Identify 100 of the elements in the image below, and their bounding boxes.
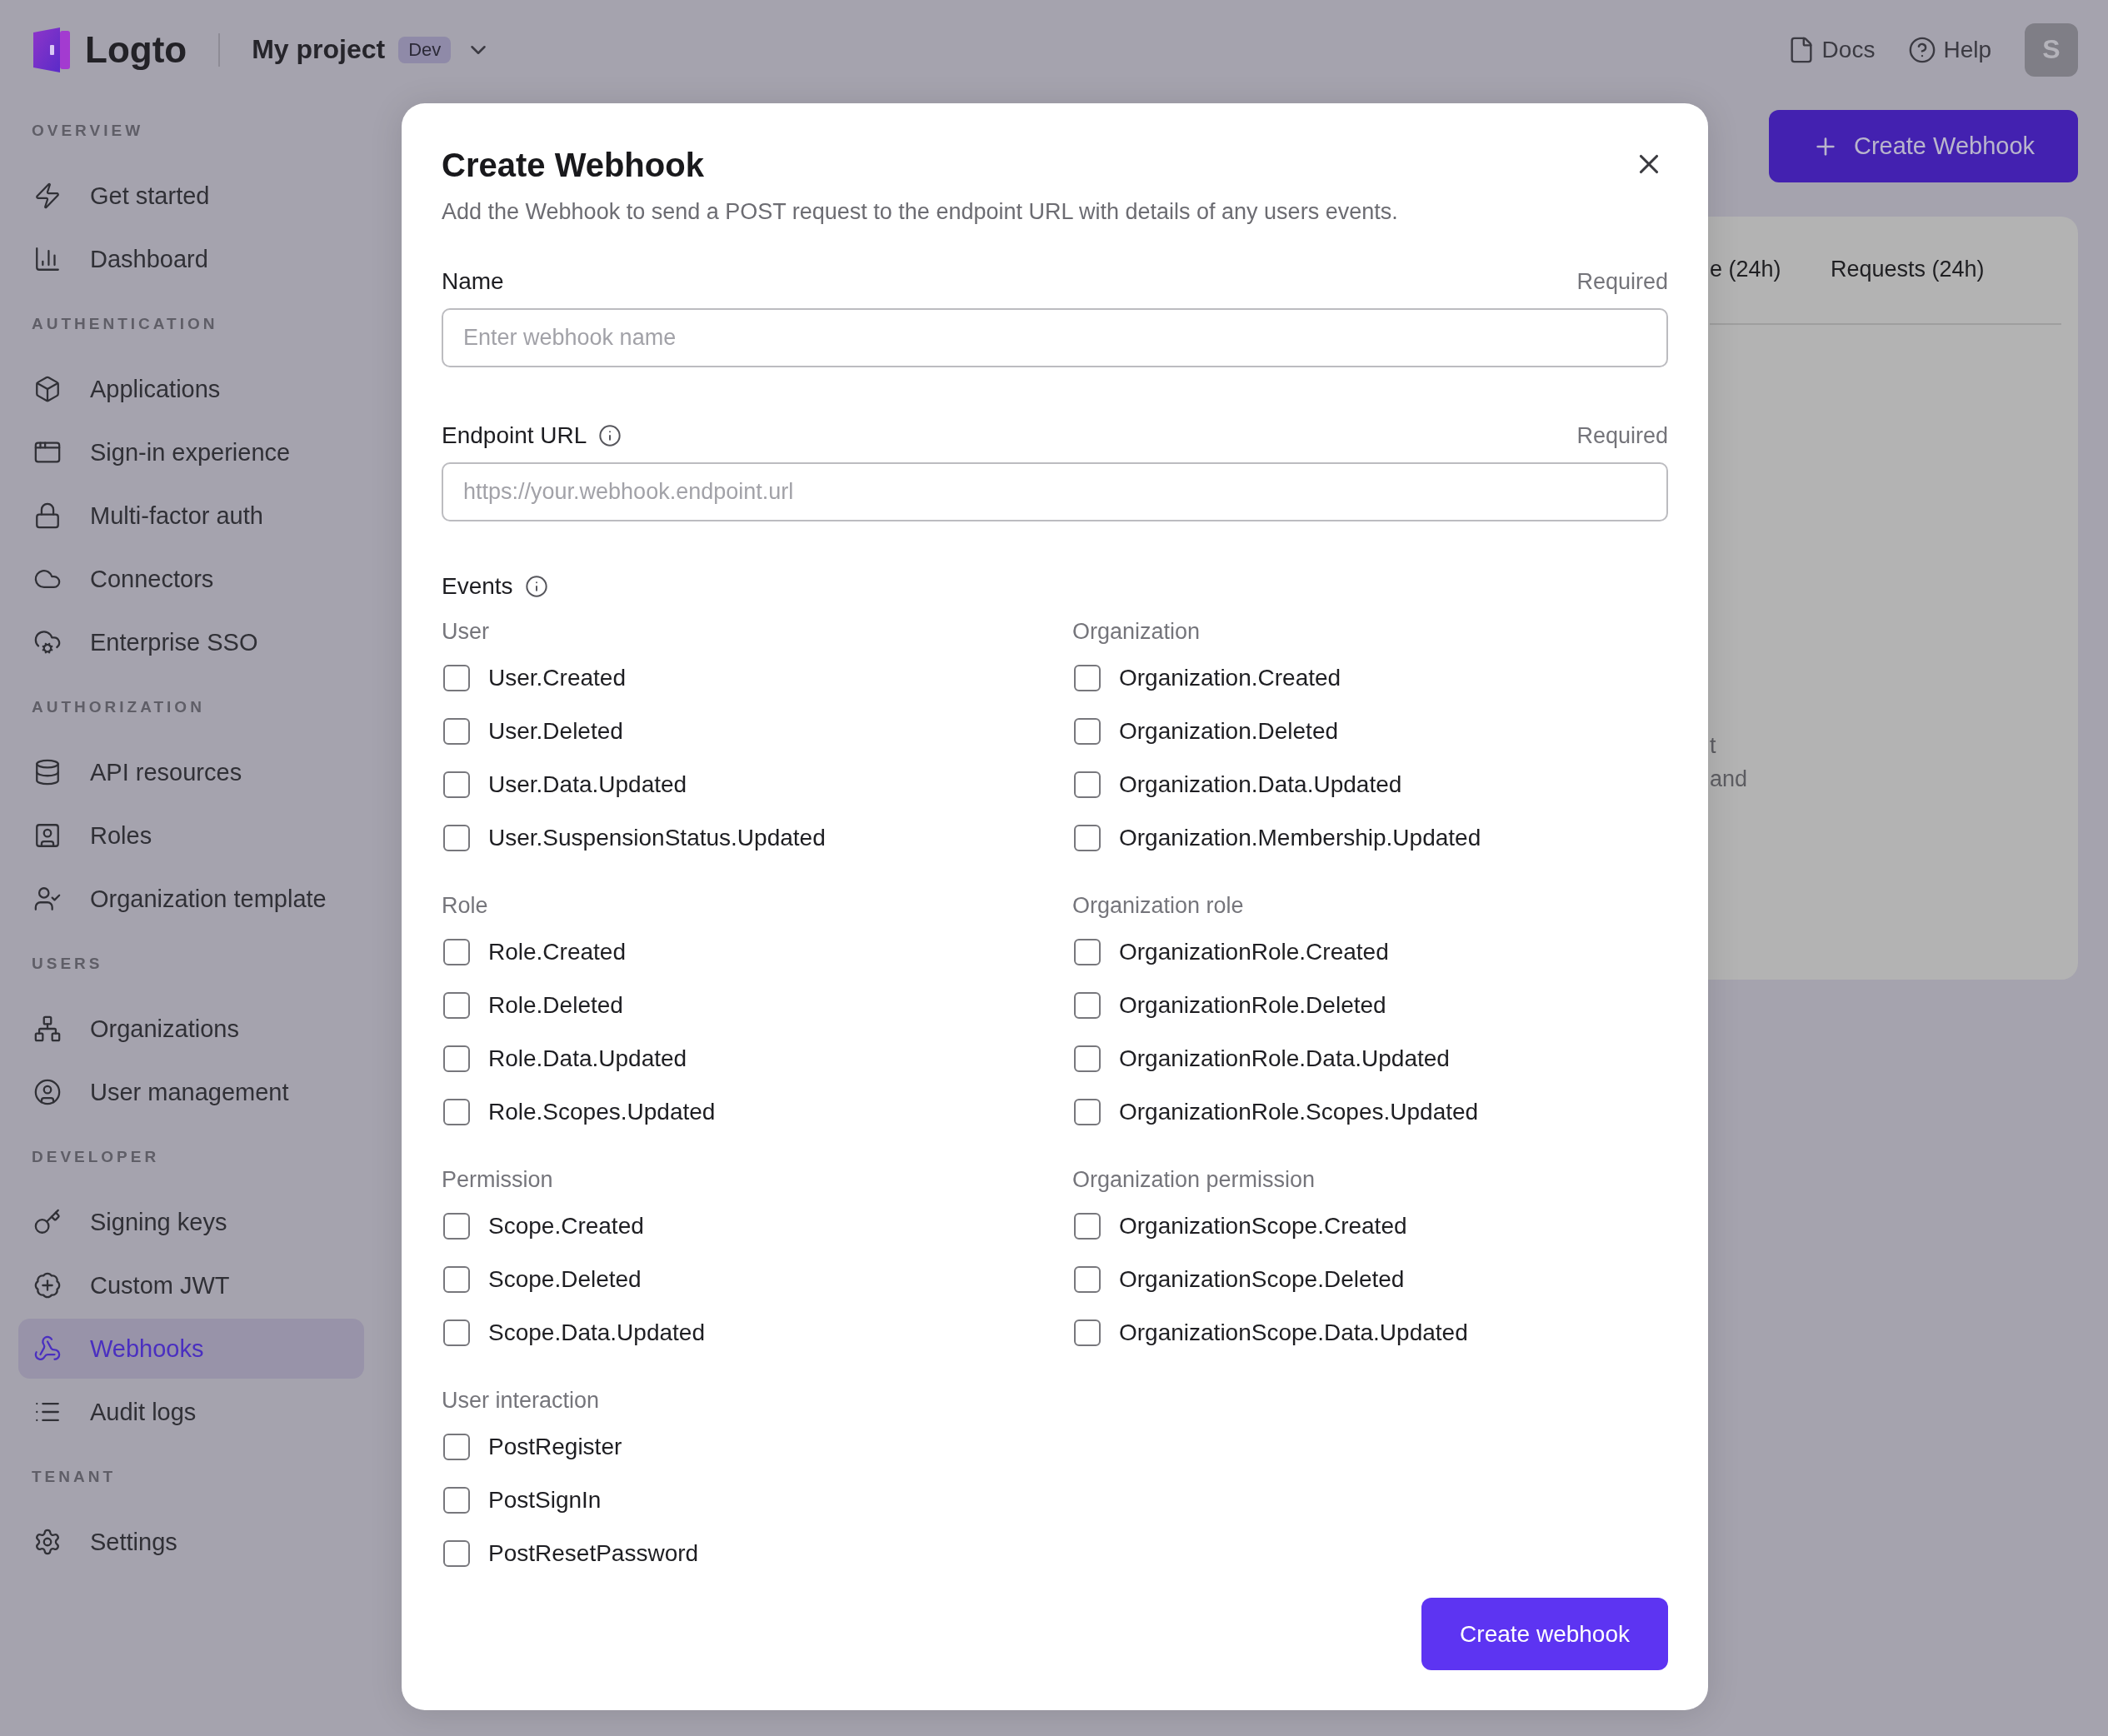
event-label: PostSignIn	[488, 1487, 602, 1514]
sidebar-item[interactable]: Get started	[18, 166, 364, 226]
required-text: Required	[1576, 422, 1668, 449]
header-link[interactable]: Docs	[1786, 35, 1876, 64]
sidebar-item-label: Signing keys	[90, 1208, 227, 1236]
event-label: OrganizationRole.Scopes.Updated	[1119, 1099, 1479, 1125]
event-label: Scope.Deleted	[488, 1266, 642, 1293]
checkbox[interactable]	[1074, 665, 1101, 691]
event-label: PostRegister	[488, 1434, 622, 1460]
cube-icon	[33, 375, 62, 403]
hierarchy-icon	[33, 1015, 62, 1043]
environment-badge: Dev	[398, 36, 452, 63]
checkbox[interactable]	[443, 1045, 470, 1072]
sidebar-item-label: Applications	[90, 375, 221, 403]
event-label: Organization.Data.Updated	[1119, 771, 1402, 798]
sidebar-item[interactable]: Settings	[18, 1512, 364, 1572]
sidebar-item[interactable]: Enterprise SSO	[18, 612, 364, 672]
sidebar-item[interactable]: Applications	[18, 359, 364, 419]
input-field[interactable]: Enter webhook name	[442, 308, 1668, 367]
event-label: Organization.Membership.Updated	[1119, 825, 1481, 851]
event-label: OrganizationScope.Created	[1119, 1213, 1407, 1240]
sidebar-item[interactable]: Sign-in experience	[18, 422, 364, 482]
sidebar-item-label: Organizations	[90, 1015, 239, 1043]
sidebar-item-label: Webhooks	[90, 1334, 204, 1363]
settings-icon	[33, 1528, 62, 1556]
sidebar-item-label: Sign-in experience	[90, 438, 291, 466]
logo-icon	[32, 25, 72, 74]
checkbox[interactable]	[1074, 1099, 1101, 1125]
event-label: Organization.Created	[1119, 665, 1341, 691]
sidebar-item[interactable]: User management	[18, 1062, 364, 1122]
event-label: User.Created	[488, 665, 626, 691]
sidebar-item[interactable]: API resources	[18, 742, 364, 802]
create-webhook-button[interactable]: Create webhook	[1421, 1598, 1668, 1670]
event-group-title: Organization permission	[1072, 1166, 1316, 1193]
events-label: Events	[442, 573, 513, 600]
checkbox[interactable]	[1074, 825, 1101, 851]
sidebar-item[interactable]: Dashboard	[18, 229, 364, 289]
header-link-text: Docs	[1821, 36, 1876, 63]
checkbox[interactable]	[443, 1487, 470, 1514]
sidebar-item[interactable]: Signing keys	[18, 1192, 364, 1252]
sidebar-section-title: USERS	[31, 954, 104, 974]
logo-text: Logto	[85, 28, 187, 71]
checkbox[interactable]	[443, 1540, 470, 1567]
help-icon	[1908, 35, 1937, 64]
column-header: e (24h)	[1710, 256, 1782, 284]
checkbox[interactable]	[443, 665, 470, 691]
checkbox[interactable]	[1074, 1213, 1101, 1240]
event-label: OrganizationRole.Created	[1119, 939, 1389, 965]
sidebar-item-label: Roles	[90, 821, 152, 850]
sidebar-item[interactable]: Connectors	[18, 549, 364, 609]
bar-chart-icon	[33, 245, 62, 273]
info-icon[interactable]	[598, 424, 622, 447]
empty-state-text: t	[1710, 732, 1717, 760]
sidebar-item[interactable]: Custom JWT	[18, 1255, 364, 1315]
create-webhook-button[interactable]: Create Webhook	[1769, 110, 2078, 182]
sidebar-item-label: Enterprise SSO	[90, 628, 258, 656]
sidebar-item[interactable]: Multi-factor auth	[18, 486, 364, 546]
sidebar-item[interactable]: Audit logs	[18, 1382, 364, 1442]
checkbox[interactable]	[1074, 992, 1101, 1019]
user-circle-icon	[33, 1078, 62, 1106]
event-group-title: User	[442, 618, 489, 645]
field-label: Name	[442, 268, 504, 295]
event-label: Scope.Created	[488, 1213, 644, 1240]
event-group-title: Organization role	[1072, 892, 1244, 919]
event-label: PostResetPassword	[488, 1540, 699, 1567]
info-icon[interactable]	[524, 575, 548, 598]
checkbox[interactable]	[1074, 939, 1101, 965]
sidebar-section-title: DEVELOPER	[31, 1147, 161, 1167]
checkbox[interactable]	[443, 1099, 470, 1125]
checkbox[interactable]	[1074, 771, 1101, 798]
event-label: OrganizationScope.Deleted	[1119, 1266, 1405, 1293]
checkbox[interactable]	[443, 939, 470, 965]
sidebar-item[interactable]: Roles	[18, 806, 364, 866]
sidebar-item[interactable]: Webhooks	[18, 1319, 364, 1379]
header-link[interactable]: Help	[1908, 35, 1991, 64]
key-icon	[33, 1208, 62, 1236]
database-icon	[33, 758, 62, 786]
checkbox[interactable]	[443, 825, 470, 851]
checkbox[interactable]	[443, 1266, 470, 1293]
checkbox[interactable]	[1074, 1266, 1101, 1293]
sidebar-item[interactable]: Organizations	[18, 999, 364, 1059]
checkbox[interactable]	[443, 1434, 470, 1460]
event-label: Role.Deleted	[488, 992, 623, 1019]
sidebar-section-title: AUTHORIZATION	[31, 697, 206, 717]
checkbox[interactable]	[1074, 1045, 1101, 1072]
sidebar-item[interactable]: Organization template	[18, 869, 364, 929]
checkbox[interactable]	[1074, 718, 1101, 745]
user-card-icon	[33, 821, 62, 850]
checkbox[interactable]	[443, 1213, 470, 1240]
sidebar-section-title: AUTHENTICATION	[31, 314, 219, 334]
input-field[interactable]: https://your.webhook.endpoint.url	[442, 462, 1668, 521]
lightning-icon	[33, 182, 62, 210]
column-header: Requests (24h)	[1831, 256, 1986, 284]
checkbox[interactable]	[443, 992, 470, 1019]
checkbox[interactable]	[443, 771, 470, 798]
sidebar-section-title: TENANT	[31, 1467, 117, 1487]
checkbox[interactable]	[443, 718, 470, 745]
checkbox[interactable]	[1074, 1319, 1101, 1346]
checkbox[interactable]	[443, 1319, 470, 1346]
user-check-icon	[33, 885, 62, 913]
